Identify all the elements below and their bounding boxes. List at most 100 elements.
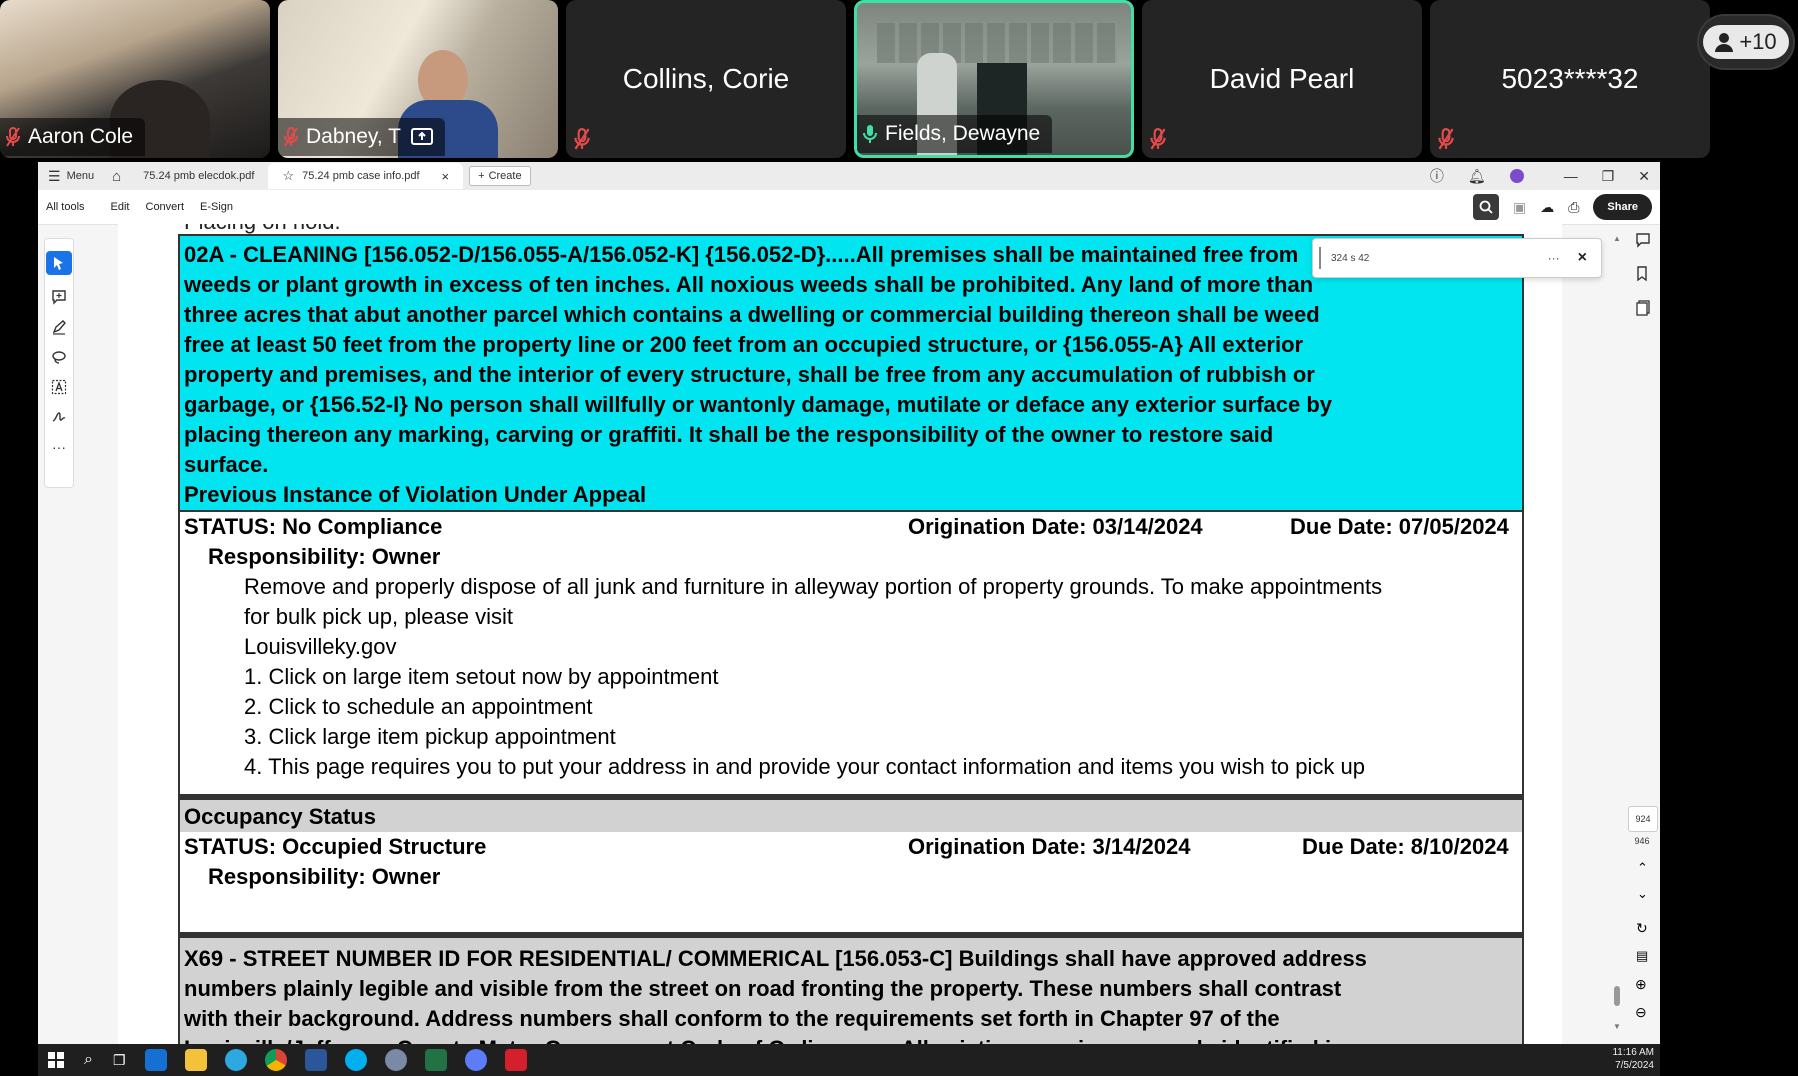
menu-label: Menu <box>66 170 95 182</box>
mic-muted-icon <box>284 127 298 147</box>
vertical-scrollbar[interactable]: ▲ ▼ <box>1612 234 1622 1034</box>
cut-off-text-line: Placing on hold. <box>178 224 1524 234</box>
due-date: Due Date: 07/05/2024 <box>1290 514 1509 539</box>
participant-tile-active-speaker[interactable]: Fields, Dewayne <box>854 0 1134 158</box>
hamburger-icon: ☰ <box>48 167 61 184</box>
create-button[interactable]: + Create <box>469 166 531 186</box>
find-input[interactable]: 324 s 42 <box>1331 253 1548 264</box>
system-clock[interactable]: 11:16 AM 7/5/2024 <box>1612 1046 1654 1072</box>
search-icon <box>1479 200 1493 214</box>
responsibility: Responsibility: Owner <box>208 544 441 569</box>
scrollbar-thumb[interactable] <box>1614 986 1620 1006</box>
zoom-out-icon[interactable]: ⊖ <box>1635 1004 1647 1021</box>
windows-start-icon[interactable] <box>48 1052 64 1068</box>
participant-tile[interactable]: 5023****32 <box>1430 0 1710 158</box>
search-icon[interactable]: ⌕ <box>84 1051 93 1069</box>
pages-icon[interactable] <box>1635 300 1651 316</box>
avatar[interactable] <box>1509 169 1524 183</box>
windows-taskbar: ⌕ ❐ 11:16 AM 7/5/2024 <box>38 1044 1660 1076</box>
word-icon[interactable] <box>304 1049 327 1071</box>
app-icon[interactable] <box>384 1049 407 1071</box>
participant-tile[interactable]: David Pearl <box>1142 0 1422 158</box>
page-down-icon[interactable]: ⌄ <box>1637 886 1648 902</box>
page-up-icon[interactable]: ⌃ <box>1637 860 1648 876</box>
participant-tile[interactable]: Collins, Corie <box>566 0 846 158</box>
skype-icon[interactable] <box>344 1049 367 1071</box>
select-tool-button[interactable] <box>46 251 72 275</box>
origination-date: Origination Date: 3/14/2024 <box>908 834 1191 859</box>
text-select-icon[interactable] <box>51 379 67 395</box>
restore-button[interactable]: ❐ <box>1602 168 1615 185</box>
participant-name-label: Aaron Cole <box>0 118 146 156</box>
edit-button[interactable]: Edit <box>93 201 138 213</box>
zoom-in-icon[interactable]: ⊕ <box>1635 976 1647 993</box>
participant-tile[interactable]: Dabney, T <box>278 0 558 158</box>
occupancy-section: Occupancy Status STATUS: Occupied Struct… <box>178 796 1524 934</box>
find-close-button[interactable]: × <box>1578 249 1587 267</box>
star-icon[interactable]: ☆ <box>282 168 294 184</box>
outlook-icon[interactable] <box>144 1049 167 1071</box>
share-button[interactable]: Share <box>1593 194 1652 220</box>
plus-icon: + <box>478 170 485 182</box>
comments-panel-icon[interactable] <box>1635 232 1651 248</box>
more-tools-icon[interactable]: ··· <box>52 439 66 455</box>
tab-elecdok[interactable]: 75.24 pmb elecdok.pdf <box>129 163 268 189</box>
bookmarks-icon[interactable] <box>1635 266 1651 282</box>
find-options-button[interactable]: ··· <box>1548 251 1560 265</box>
edge-icon[interactable] <box>224 1049 247 1071</box>
tab-case-info[interactable]: ☆ 75.24 pmb case info.pdf × <box>268 163 464 189</box>
file-explorer-icon[interactable] <box>184 1049 207 1071</box>
tab-bar: ☰ Menu ⌂ 75.24 pmb elecdok.pdf ☆ 75.24 p… <box>38 162 1660 190</box>
more-participants-button[interactable]: +10 <box>1697 14 1795 70</box>
webex-icon[interactable] <box>464 1049 487 1071</box>
find-bar: 324 s 42 ··· × <box>1312 238 1602 278</box>
current-page-number[interactable]: 924 <box>1628 806 1658 832</box>
occupancy-status-row: STATUS: Occupied Structure Origination D… <box>180 832 1522 862</box>
convert-button[interactable]: Convert <box>138 201 193 213</box>
responsibility: Responsibility: Owner <box>208 864 441 889</box>
violation-description: X69 - STREET NUMBER ID FOR RESIDENTIAL/ … <box>184 946 1367 1044</box>
excel-icon[interactable] <box>424 1049 447 1071</box>
menu-button[interactable]: ☰ Menu <box>38 168 104 185</box>
mic-muted-icon <box>1438 128 1454 150</box>
origination-date: Origination Date: 03/14/2024 <box>908 514 1203 539</box>
screen-share-icon <box>410 128 433 145</box>
upload-cloud-icon[interactable]: ☁ <box>1540 199 1554 216</box>
louisville-link: Louisvilleky.gov <box>244 634 397 659</box>
search-button[interactable] <box>1472 194 1499 220</box>
right-rail: 924 946 ⌃ ⌄ ↻ ▤ ⊕ ⊖ <box>1628 232 1658 1032</box>
rotate-icon[interactable]: ↻ <box>1636 920 1648 937</box>
participant-name: 5023****32 <box>1501 63 1639 94</box>
mic-muted-icon <box>574 128 590 150</box>
save-icon[interactable]: ▣ <box>1513 199 1526 216</box>
cursor-icon <box>54 257 63 270</box>
print-icon[interactable]: ⎙ <box>1568 199 1579 216</box>
left-tool-panel: ··· <box>44 238 74 488</box>
acrobat-icon[interactable] <box>504 1049 527 1071</box>
close-window-button[interactable]: ✕ <box>1638 168 1650 185</box>
main-toolbar: All tools Edit Convert E-Sign ▣ ☁ ⎙ Shar… <box>38 190 1660 225</box>
participant-name-label: Fields, Dewayne <box>857 115 1053 153</box>
lasso-icon[interactable] <box>51 349 67 365</box>
comment-add-icon[interactable] <box>51 289 67 305</box>
violation-x69-section: X69 - STREET NUMBER ID FOR RESIDENTIAL/ … <box>178 934 1524 1044</box>
task-view-icon[interactable]: ❐ <box>113 1052 126 1069</box>
help-icon[interactable]: ⓘ <box>1430 166 1444 186</box>
minimize-button[interactable]: — <box>1564 168 1578 184</box>
page-content: Placing on hold. 02A - CLEANING [156.052… <box>178 224 1524 1044</box>
pdf-page: Placing on hold. 02A - CLEANING [156.052… <box>118 224 1562 1044</box>
participant-name: Collins, Corie <box>622 63 790 94</box>
signature-icon[interactable] <box>51 409 67 425</box>
chrome-icon[interactable] <box>264 1049 287 1071</box>
due-date: Due Date: 8/10/2024 <box>1302 834 1509 859</box>
esign-button[interactable]: E-Sign <box>192 201 241 213</box>
close-tab-icon[interactable]: × <box>442 169 450 184</box>
home-icon[interactable]: ⌂ <box>104 168 129 185</box>
page-view-icon[interactable]: ▤ <box>1636 948 1648 964</box>
participant-tile[interactable]: Aaron Cole <box>0 0 270 158</box>
bell-icon[interactable]: 🔔︎ <box>1468 168 1486 185</box>
all-tools-button[interactable]: All tools <box>38 201 93 213</box>
occupancy-header: Occupancy Status <box>180 798 1522 832</box>
pen-icon[interactable] <box>51 319 67 335</box>
violation-description: 02A - CLEANING [156.052-D/156.055-A/156.… <box>184 240 1522 510</box>
